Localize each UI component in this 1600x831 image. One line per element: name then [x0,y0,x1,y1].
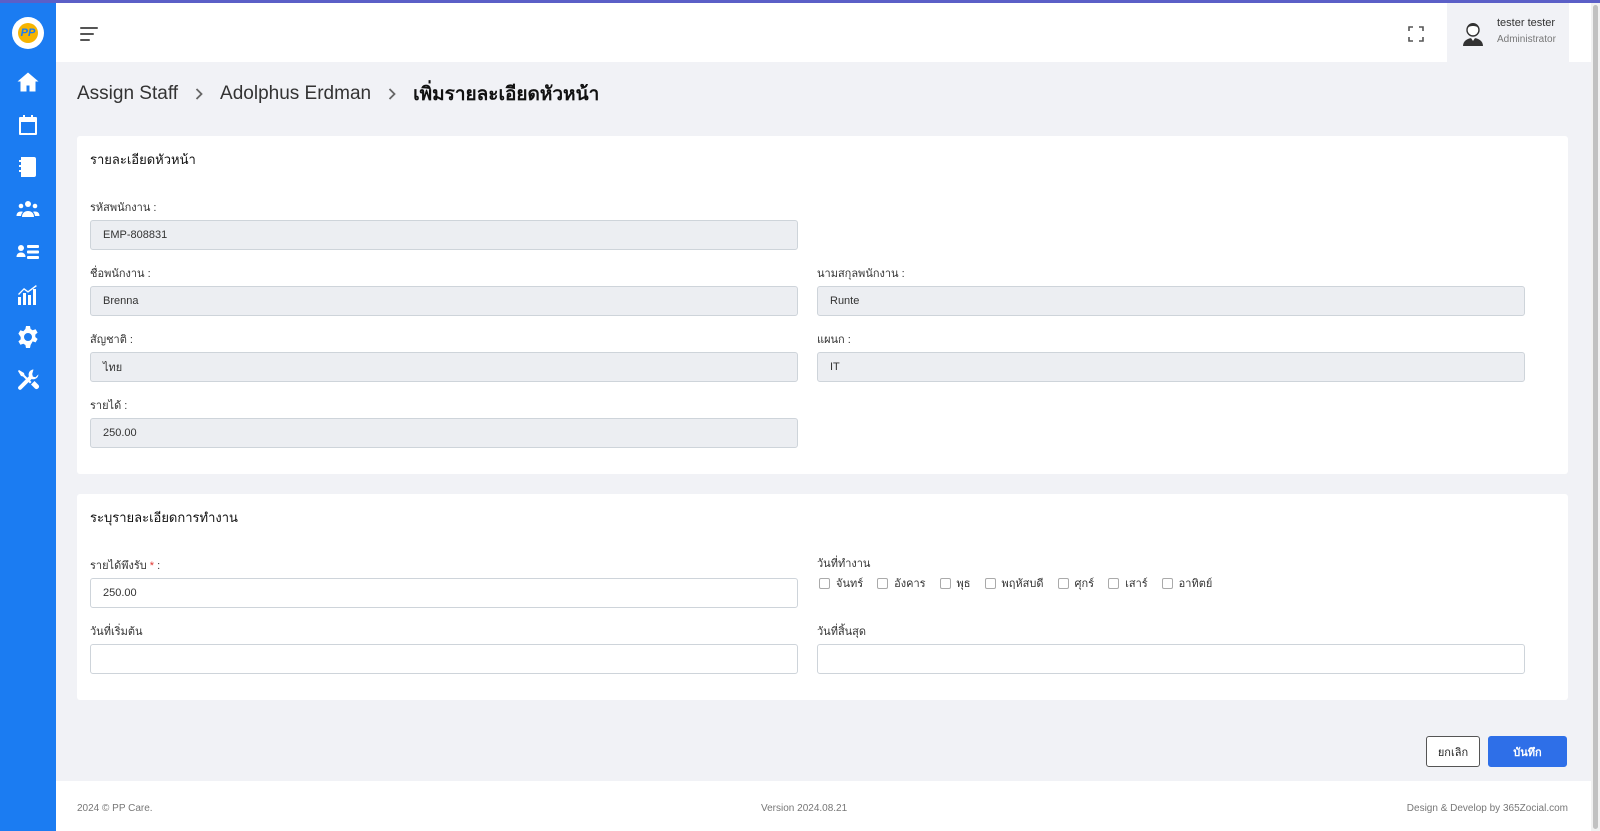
day-checkbox[interactable] [1108,577,1120,589]
sidebar-item-settings[interactable] [16,325,40,349]
sidebar-item-home[interactable] [16,70,40,94]
chevron-right-icon [385,87,399,101]
day-checkbox[interactable] [1057,577,1069,589]
sidebar-item-assign-staff[interactable] [16,240,40,264]
svg-text:$: $ [25,125,31,135]
day-label: อังคาร [894,578,926,590]
last-name-label: นามสกุลพนักงาน : [817,268,905,280]
breadcrumb: Assign Staff Adolphus Erdman เพิ่มรายละเ… [77,80,599,108]
sidebar-item-tools[interactable] [16,368,40,392]
day-label: จันทร์ [836,578,864,590]
footer-copyright: 2024 © PP Care. [77,803,153,814]
save-button[interactable]: บันทึก [1488,736,1567,767]
users-group-icon [16,201,40,217]
card-title: ระบุรายละเอียดการทำงาน [90,510,238,525]
sidebar-item-reports[interactable] [16,283,40,307]
department-field: IT [817,352,1525,382]
breadcrumb-assign-staff[interactable]: Assign Staff [77,83,178,105]
day-wednesday[interactable]: พุธ [939,574,971,592]
label-suffix: : [154,560,161,572]
footer-version: Version 2024.08.21 [761,803,848,814]
list-user-icon [16,245,39,259]
day-monday[interactable]: จันทร์ [819,574,863,592]
day-label: อาทิตย์ [1178,578,1213,590]
income-label: รายได้ : [90,400,128,412]
scrollbar-thumb[interactable] [1593,5,1598,829]
day-friday[interactable]: ศุกร์ [1057,574,1095,592]
start-date-input[interactable] [90,644,798,674]
day-label: พฤหัสบดี [1001,578,1044,590]
day-checkbox[interactable] [984,577,996,589]
app-logo[interactable]: PP [12,17,44,49]
nationality-field: ไทย [90,352,798,382]
first-name-label: ชื่อพนักงาน : [90,268,151,280]
bar-chart-icon [18,285,37,305]
end-date-input[interactable] [817,644,1525,674]
footer-credit: Design & Develop by 365Zocial.com [1406,803,1568,814]
day-label: พุธ [956,578,971,590]
card-title: รายละเอียดหัวหน้า [90,152,196,167]
start-date-label: วันที่เริ่มต้น [90,626,143,638]
home-icon [17,72,39,92]
work-days-label: วันที่ทำงาน [817,558,871,570]
day-label: เสาร์ [1125,578,1148,590]
user-role: Administrator [1497,34,1556,45]
day-checkbox[interactable] [939,577,951,589]
day-label: ศุกร์ [1074,578,1095,590]
day-sunday[interactable]: อาทิตย์ [1161,574,1213,592]
breadcrumb-current: เพิ่มรายละเอียดหัวหน้า [413,84,600,105]
user-menu[interactable]: tester tester Administrator [1447,3,1569,62]
end-date-label: วันที่สิ้นสุด [817,626,867,638]
last-name-field: Runte [817,286,1525,316]
top-accent-line [0,0,1600,3]
department-label: แผนก : [817,334,851,346]
gear-icon [18,326,38,348]
sidebar: PP $ [0,0,56,831]
breadcrumb-employee[interactable]: Adolphus Erdman [220,83,371,105]
expected-income-label: รายได้พึงรับ * : [90,556,160,574]
work-details-card: ระบุรายละเอียดการทำงาน รายได้พึงรับ * : … [77,494,1568,700]
sidebar-item-contacts[interactable] [16,155,40,179]
employee-code-field: EMP-808831 [90,220,798,250]
nationality-label: สัญชาติ : [90,334,133,346]
income-field: 250.00 [90,418,798,448]
hamburger-icon[interactable] [80,27,98,41]
sidebar-item-billing-calendar[interactable]: $ [16,113,40,137]
employee-code-label: รหัสพนักงาน : [90,202,157,214]
top-header: tester tester Administrator [56,3,1591,62]
work-days-group: จันทร์ อังคาร พุธ พฤหัสบดี ศุกร์ เสาร์ อ… [819,574,1226,592]
day-tuesday[interactable]: อังคาร [877,574,926,592]
calendar-dollar-icon: $ [19,115,37,135]
footer: 2024 © PP Care. Version 2024.08.21 Desig… [56,781,1591,831]
user-name: tester tester [1497,17,1556,29]
supervisor-details-card: รายละเอียดหัวหน้า รหัสพนักงาน : EMP-8088… [77,136,1568,474]
tools-icon [18,369,39,390]
cancel-button[interactable]: ยกเลิก [1426,736,1480,767]
chevron-right-icon [192,87,206,101]
sidebar-item-team[interactable] [16,197,40,221]
first-name-field: Brenna [90,286,798,316]
day-checkbox[interactable] [877,577,889,589]
day-saturday[interactable]: เสาร์ [1108,574,1148,592]
user-avatar-icon [1463,23,1483,46]
expected-income-input[interactable] [90,578,798,608]
fullscreen-icon[interactable] [1407,25,1425,43]
contact-book-icon [19,157,36,177]
expected-income-label-text: รายได้พึงรับ [90,560,147,572]
main-content: Assign Staff Adolphus Erdman เพิ่มรายละเ… [56,62,1591,781]
day-checkbox[interactable] [819,577,830,589]
logo-mark: PP [18,23,38,43]
day-thursday[interactable]: พฤหัสบดี [984,574,1044,592]
day-checkbox[interactable] [1161,577,1173,589]
